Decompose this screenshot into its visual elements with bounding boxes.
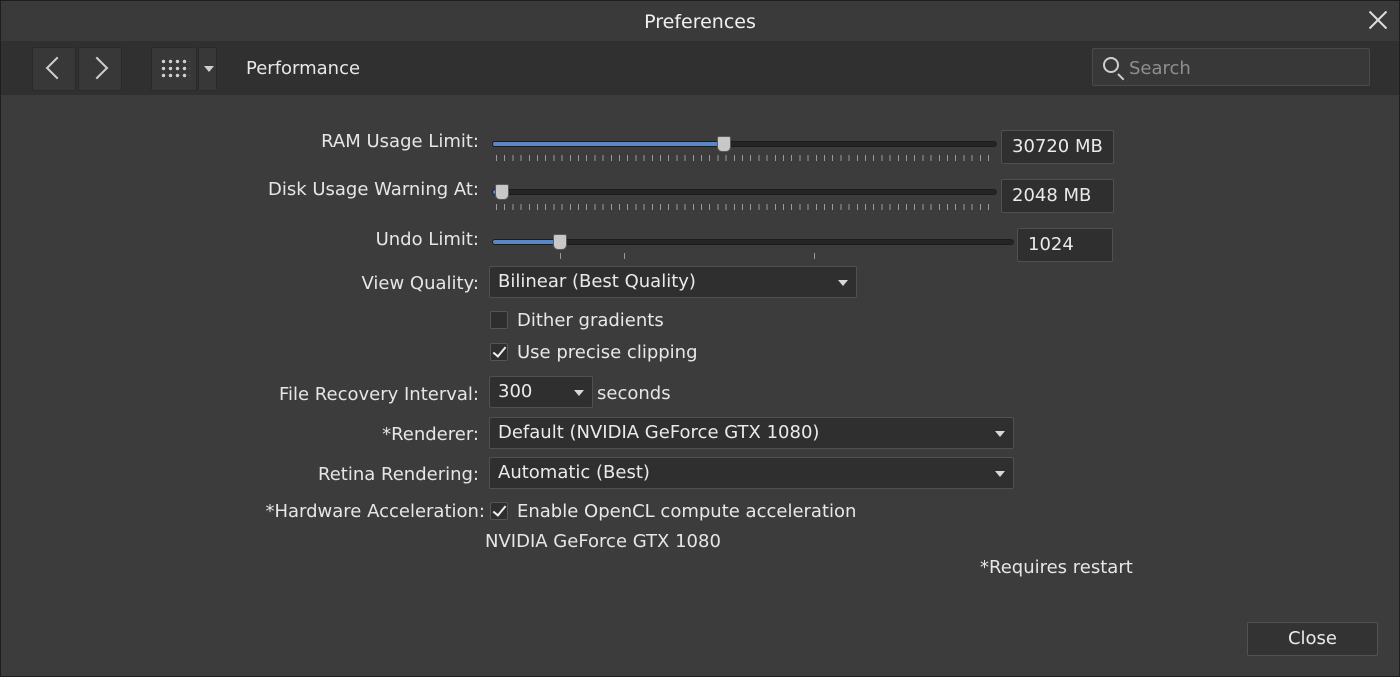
hardware-acceleration-label: *Hardware Acceleration:: [265, 501, 485, 522]
undo-limit-tick: [814, 253, 815, 259]
view-quality-value: Bilinear (Best Quality): [498, 271, 696, 292]
disk-warning-slider-thumb[interactable]: [495, 184, 510, 200]
ram-usage-fill: [493, 142, 726, 146]
undo-limit-slider[interactable]: [492, 239, 1014, 245]
ram-usage-slider[interactable]: [492, 141, 997, 147]
undo-limit-tick: [624, 253, 625, 259]
ram-usage-value[interactable]: 30720 MB: [1001, 130, 1114, 164]
precise-clipping-checkbox[interactable]: [490, 343, 508, 361]
back-button[interactable]: [32, 47, 76, 91]
search-input[interactable]: [1129, 55, 1359, 81]
grid-view-button[interactable]: [151, 47, 197, 91]
view-quality-label: View Quality:: [361, 273, 479, 294]
file-recovery-label: File Recovery Interval:: [278, 384, 479, 405]
gpu-device-name: NVIDIA GeForce GTX 1080: [485, 531, 721, 552]
preferences-window: Preferences Performance RAM Usage Limit:…: [0, 0, 1400, 677]
retina-rendering-select[interactable]: Automatic (Best): [489, 457, 1014, 489]
opencl-acceleration-label: Enable OpenCL compute acceleration: [517, 501, 857, 522]
disk-warning-slider[interactable]: [492, 189, 997, 195]
chevron-right-icon: [85, 56, 109, 80]
retina-rendering-value: Automatic (Best): [498, 462, 650, 483]
window-title: Preferences: [644, 11, 756, 33]
chevron-down-icon: [838, 280, 848, 286]
undo-limit-label: Undo Limit:: [375, 229, 479, 250]
disk-warning-ticks: [496, 204, 992, 210]
view-quality-select[interactable]: Bilinear (Best Quality): [489, 266, 857, 298]
dither-gradients-checkbox[interactable]: [490, 311, 508, 329]
requires-restart-note: *Requires restart: [980, 557, 1133, 578]
renderer-select[interactable]: Default (NVIDIA GeForce GTX 1080): [489, 417, 1014, 449]
chevron-down-icon: [995, 471, 1005, 477]
search-icon: [1103, 57, 1119, 73]
ram-usage-slider-thumb[interactable]: [717, 136, 732, 152]
undo-limit-slider-thumb[interactable]: [552, 234, 567, 250]
renderer-label: *Renderer:: [382, 424, 479, 445]
grid-icon: [160, 58, 190, 80]
chevron-down-icon: [204, 66, 214, 72]
retina-rendering-label: Retina Rendering:: [318, 464, 479, 485]
undo-limit-fill: [493, 240, 561, 244]
disk-warning-label: Disk Usage Warning At:: [267, 179, 479, 200]
undo-limit-value[interactable]: 1024: [1017, 228, 1113, 262]
opencl-acceleration-checkbox[interactable]: [490, 502, 508, 520]
ram-usage-label: RAM Usage Limit:: [321, 131, 479, 152]
file-recovery-value: 300: [498, 381, 533, 402]
toolbar: Performance: [1, 41, 1399, 95]
undo-limit-tick: [560, 253, 561, 259]
file-recovery-unit: seconds: [597, 383, 671, 404]
search-box: [1092, 48, 1370, 86]
title-bar: Preferences: [1, 1, 1399, 41]
file-recovery-select[interactable]: 300: [489, 376, 593, 408]
disk-warning-value[interactable]: 2048 MB: [1001, 179, 1114, 213]
forward-button[interactable]: [78, 47, 122, 91]
precise-clipping-label: Use precise clipping: [517, 342, 698, 363]
chevron-down-icon: [995, 431, 1005, 437]
close-window-icon[interactable]: [1365, 7, 1391, 33]
grid-view-menu-button[interactable]: [198, 47, 217, 91]
chevron-down-icon: [574, 390, 584, 396]
close-button[interactable]: Close: [1247, 622, 1378, 656]
renderer-value: Default (NVIDIA GeForce GTX 1080): [498, 422, 820, 443]
breadcrumb: Performance: [246, 58, 361, 79]
ram-usage-ticks: [496, 155, 992, 161]
chevron-left-icon: [45, 56, 69, 80]
dither-gradients-label: Dither gradients: [517, 310, 664, 331]
